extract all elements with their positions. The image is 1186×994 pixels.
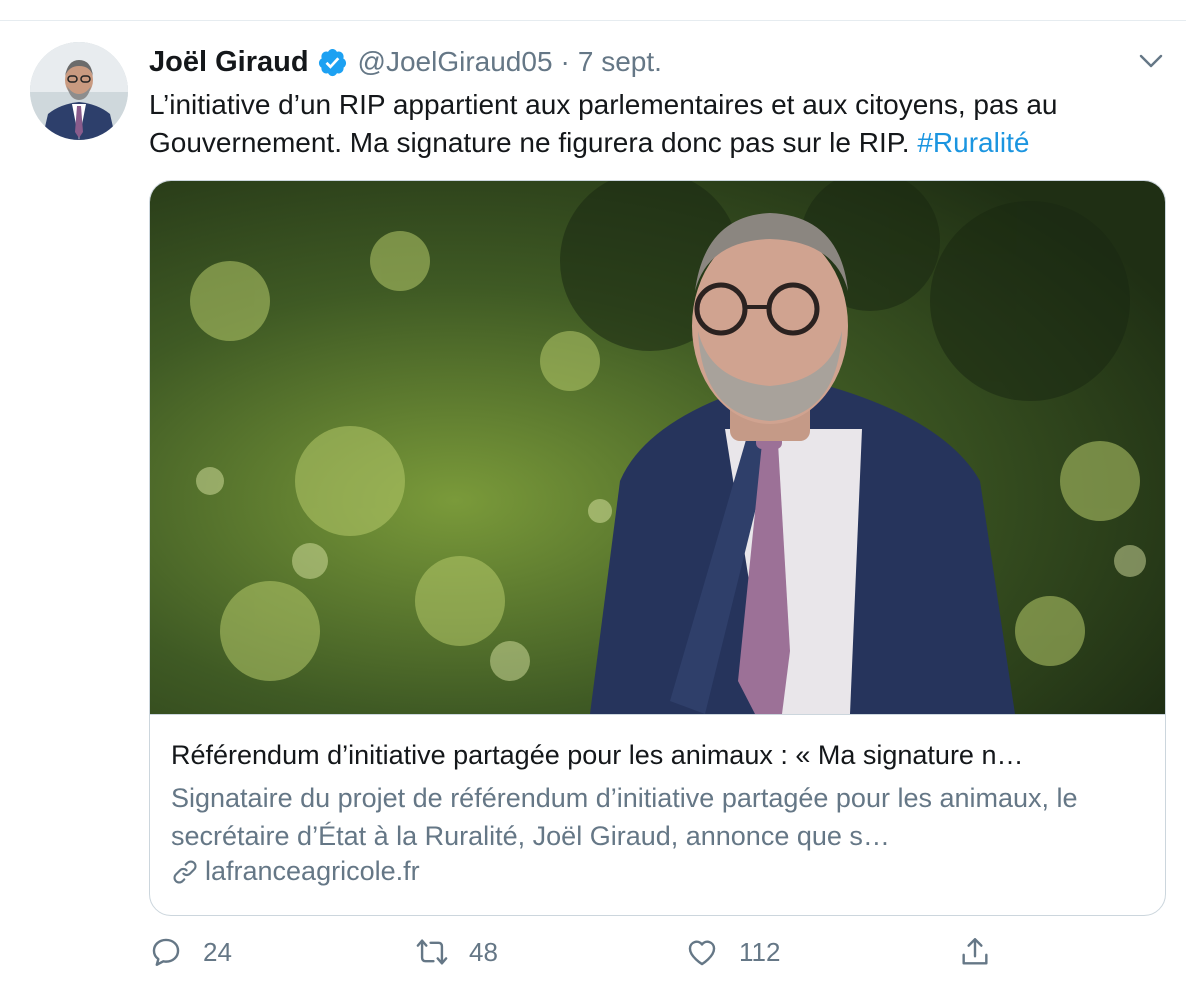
retweet-count: 48 [469, 936, 498, 967]
top-divider [0, 20, 1186, 21]
author-handle[interactable]: @JoelGiraud05 [358, 46, 553, 78]
link-icon [173, 859, 197, 884]
verified-badge-icon [318, 48, 346, 76]
retweet-icon [416, 939, 448, 965]
like-icon [688, 940, 716, 966]
tweet-text: L’initiative d’un RIP appartient aux par… [149, 86, 1159, 162]
card-description: Signataire du projet de référendum d’ini… [171, 783, 1078, 851]
chevron-down-icon[interactable] [1138, 50, 1164, 72]
card-image [150, 181, 1165, 715]
like-count: 112 [739, 936, 781, 967]
card-domain-text: lafranceagricole.fr [205, 856, 420, 886]
hashtag-link[interactable]: #Ruralité [917, 127, 1029, 158]
avatar[interactable] [30, 42, 128, 140]
share-icon [962, 938, 988, 965]
like-button[interactable]: 112 [685, 935, 780, 969]
reply-button[interactable]: 24 [149, 935, 232, 969]
avatar-image [30, 42, 128, 140]
reply-icon [152, 938, 180, 966]
link-card[interactable]: Référendum d’initiative partagée pour le… [149, 180, 1166, 916]
retweet-button[interactable]: 48 [415, 935, 498, 969]
card-title: Référendum d’initiative partagée pour le… [171, 740, 1024, 770]
share-button[interactable] [958, 935, 1012, 969]
tweet-header: Joël Giraud @JoelGiraud05 · 7 sept. [149, 42, 662, 82]
tweet-date[interactable]: 7 sept. [578, 46, 662, 78]
card-domain: lafranceagricole.fr [171, 856, 420, 887]
action-bar: 24 48 112 [0, 935, 1186, 979]
author-name[interactable]: Joël Giraud [149, 46, 309, 79]
separator-dot: · [560, 46, 570, 77]
reply-count: 24 [203, 936, 232, 967]
